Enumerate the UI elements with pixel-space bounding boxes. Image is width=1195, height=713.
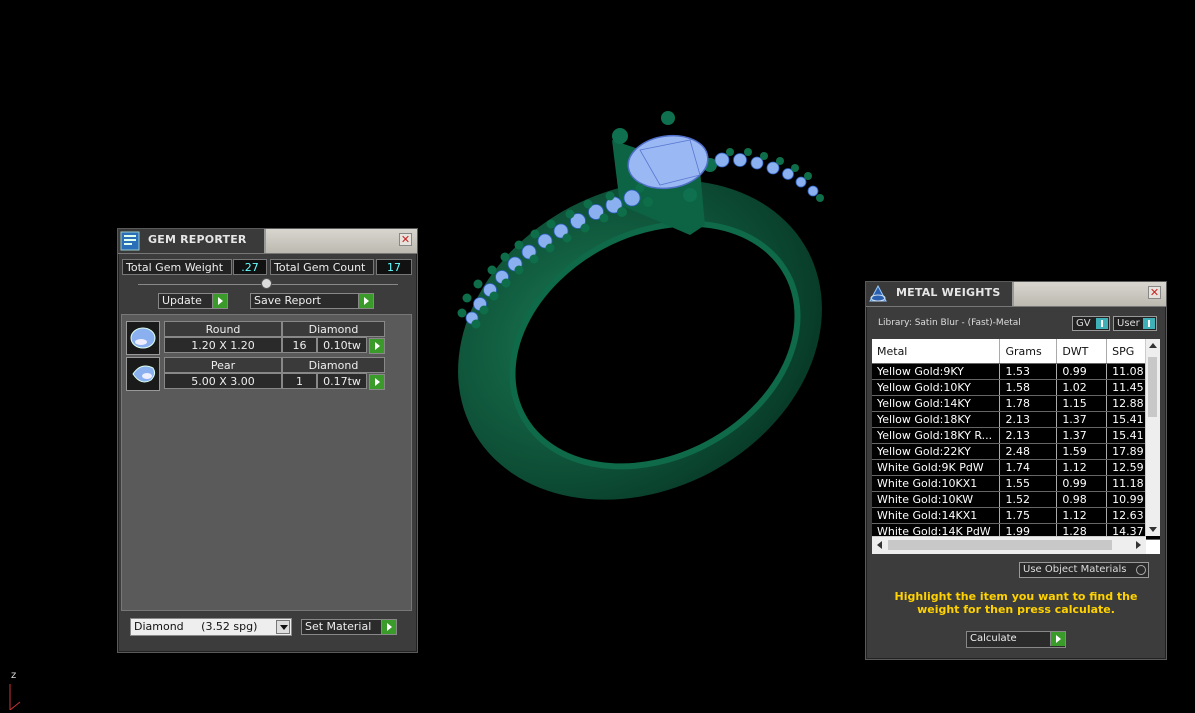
collapse-toggle-icon[interactable]: [261, 278, 272, 289]
column-header[interactable]: Grams: [999, 339, 1058, 364]
play-arrow-icon: [369, 339, 384, 353]
gem-reporter-panel: GEM REPORTER ✕ Total Gem Weight .27 Tota…: [117, 228, 418, 653]
gem-material: Diamond: [282, 357, 385, 373]
table-header-row: Metal Grams DWT SPG: [872, 339, 1160, 364]
metal-weights-icon: [869, 284, 887, 302]
table-row[interactable]: White Gold:9K PdW 1.74 1.12 12.59: [872, 459, 1160, 476]
metal-weights-panel: METAL WEIGHTS ✕ Library: Satin Blur - (F…: [865, 281, 1167, 660]
play-arrow-icon: [212, 294, 227, 308]
gem-reporter-icon: [120, 231, 140, 251]
table-row[interactable]: Yellow Gold:14KY 1.78 1.15 12.88: [872, 395, 1160, 412]
chevron-down-icon[interactable]: [1149, 527, 1157, 532]
gem-reporter-titlebar[interactable]: GEM REPORTER ✕: [118, 229, 417, 254]
metal-table: Metal Grams DWT SPG Yellow Gold:9KY 1.53 0…: [872, 339, 1160, 540]
total-gem-weight-value: .27: [233, 259, 267, 275]
metal-weights-close-button[interactable]: ✕: [1148, 286, 1161, 299]
gem-size: 5.00 X 3.00: [164, 373, 282, 389]
gv-toggle[interactable]: GV: [1072, 316, 1110, 331]
play-arrow-icon: [358, 294, 373, 308]
play-arrow-icon: [369, 375, 384, 389]
material-select[interactable]: Diamond (3.52 spg): [130, 618, 292, 636]
help-text: Highlight the item you want to find the …: [894, 590, 1138, 616]
table-row[interactable]: Yellow Gold:9KY 1.53 0.99 11.08: [872, 363, 1160, 380]
pear-gem-thumbnail-icon[interactable]: [126, 357, 160, 391]
gem-reporter-close-button[interactable]: ✕: [399, 233, 412, 246]
chevron-left-icon[interactable]: [877, 541, 882, 549]
update-button[interactable]: Update: [158, 293, 228, 309]
total-gem-weight-label: Total Gem Weight: [122, 259, 232, 275]
table-row[interactable]: Yellow Gold:10KY 1.58 1.02 11.45: [872, 379, 1160, 396]
library-label: Library: Satin Blur - (Fast)-Metal: [878, 318, 1021, 328]
scrollbar-thumb[interactable]: [1148, 357, 1157, 417]
table-row[interactable]: Yellow Gold:18KY 2.13 1.37 15.41: [872, 411, 1160, 428]
gem-row-arrow-button[interactable]: [369, 338, 385, 354]
gem-shape: Round: [164, 321, 282, 337]
gem-weight: 0.10tw: [317, 337, 367, 353]
vertical-scrollbar[interactable]: [1145, 339, 1160, 536]
toggle-indicator-icon: [1143, 318, 1155, 329]
column-header[interactable]: Metal: [872, 339, 1001, 364]
table-row[interactable]: White Gold:10KW 1.52 0.98 10.99: [872, 491, 1160, 508]
table-row[interactable]: White Gold:10KX1 1.55 0.99 11.18: [872, 475, 1160, 492]
gem-list: Round Diamond 1.20 X 1.20 16 0.10tw Pear…: [121, 314, 412, 611]
set-material-button[interactable]: Set Material: [301, 619, 397, 635]
gem-count: 16: [282, 337, 317, 353]
axis-label: z: [11, 670, 17, 681]
use-object-materials-toggle[interactable]: Use Object Materials: [1019, 562, 1149, 578]
table-row[interactable]: Yellow Gold:22KY 2.48 1.59 17.89: [872, 443, 1160, 460]
play-arrow-icon: [381, 620, 396, 634]
chevron-up-icon[interactable]: [1149, 343, 1157, 348]
metal-weights-title: METAL WEIGHTS: [896, 286, 1001, 299]
metal-weights-titlebar[interactable]: METAL WEIGHTS ✕: [866, 282, 1166, 307]
table-row[interactable]: White Gold:14KX1 1.75 1.12 12.63: [872, 507, 1160, 524]
metal-table-container[interactable]: Metal Grams DWT SPG Yellow Gold:9KY 1.53 0…: [872, 339, 1160, 554]
total-gem-count-value: 17: [376, 259, 412, 275]
radio-circle-icon: [1136, 565, 1146, 575]
play-arrow-icon: [1050, 632, 1065, 646]
total-gem-count-label: Total Gem Count: [270, 259, 374, 275]
gem-shape: Pear: [164, 357, 282, 373]
gem-row-arrow-button[interactable]: [369, 374, 385, 390]
user-toggle[interactable]: User: [1113, 316, 1157, 331]
gem-material: Diamond: [282, 321, 385, 337]
calculate-button[interactable]: Calculate: [966, 631, 1066, 648]
horizontal-scrollbar[interactable]: [872, 536, 1146, 554]
round-gem-thumbnail-icon[interactable]: [126, 321, 160, 355]
save-report-button[interactable]: Save Report: [250, 293, 374, 309]
scrollbar-thumb[interactable]: [888, 540, 1112, 550]
gem-size: 1.20 X 1.20: [164, 337, 282, 353]
table-row[interactable]: Yellow Gold:18KY R... 2.13 1.37 15.41: [872, 427, 1160, 444]
gem-reporter-title: GEM REPORTER: [148, 233, 247, 246]
chevron-right-icon[interactable]: [1136, 541, 1141, 549]
gem-count: 1: [282, 373, 317, 389]
chevron-down-icon[interactable]: [276, 620, 290, 634]
toggle-indicator-icon: [1096, 318, 1108, 329]
gem-weight: 0.17tw: [317, 373, 367, 389]
column-header[interactable]: DWT: [1056, 339, 1108, 364]
